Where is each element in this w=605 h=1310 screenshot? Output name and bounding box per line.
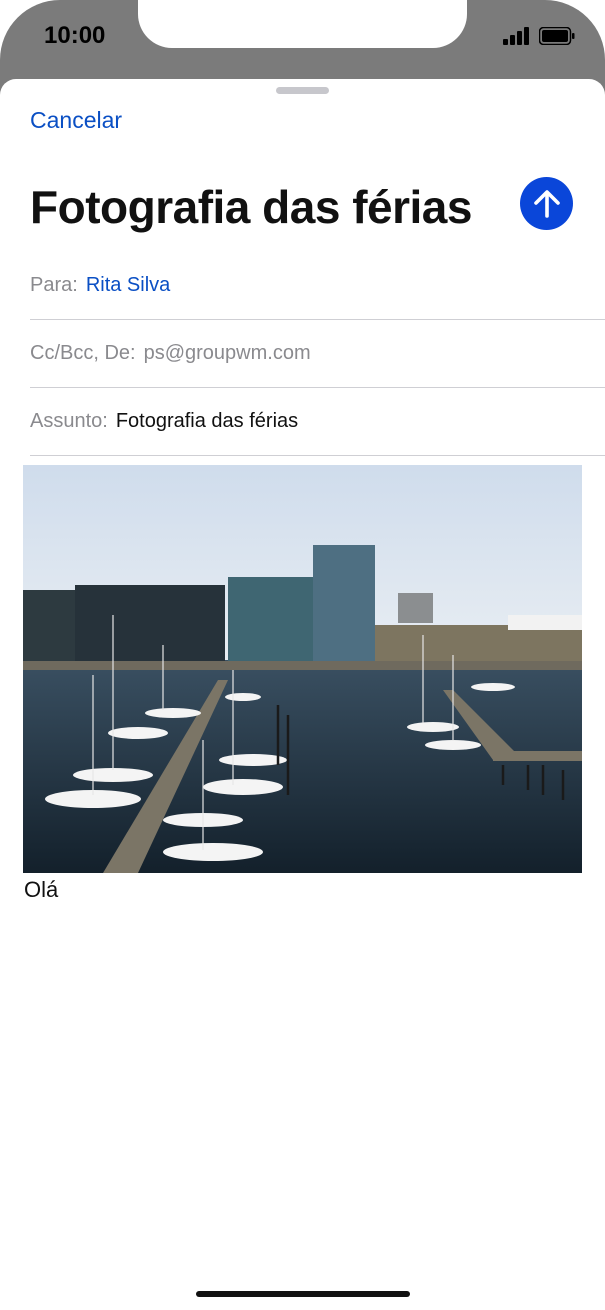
home-indicator[interactable]: [196, 1291, 410, 1297]
cc-bcc-from-label: Cc/Bcc, De:: [30, 341, 136, 364]
send-button[interactable]: [520, 177, 573, 230]
from-address[interactable]: ps@groupwm.com: [144, 342, 311, 365]
recipient-token[interactable]: Rita Silva: [86, 274, 170, 297]
cancel-button[interactable]: Cancelar: [30, 107, 122, 134]
cc-bcc-from-field[interactable]: Cc/Bcc, De: ps@groupwm.com: [30, 319, 605, 388]
to-field[interactable]: Para: Rita Silva: [30, 251, 605, 320]
message-body[interactable]: Olá: [24, 877, 58, 903]
signal-bars-icon: [503, 27, 529, 45]
battery-icon: [539, 27, 575, 45]
compose-title: Fotografia das férias: [30, 181, 472, 233]
attached-photo[interactable]: [23, 465, 582, 873]
device-notch: [138, 0, 467, 48]
to-label: Para:: [30, 273, 78, 296]
sheet-grabber[interactable]: [276, 87, 329, 94]
subject-input[interactable]: Fotografia das férias: [116, 410, 298, 433]
compose-sheet: Cancelar Fotografia das férias Para: Rit…: [0, 79, 605, 1310]
subject-label: Assunto:: [30, 409, 108, 432]
status-icons: [503, 27, 575, 45]
arrow-up-icon: [533, 189, 560, 218]
subject-field[interactable]: Assunto: Fotografia das férias: [30, 387, 605, 456]
status-time: 10:00: [44, 22, 106, 49]
